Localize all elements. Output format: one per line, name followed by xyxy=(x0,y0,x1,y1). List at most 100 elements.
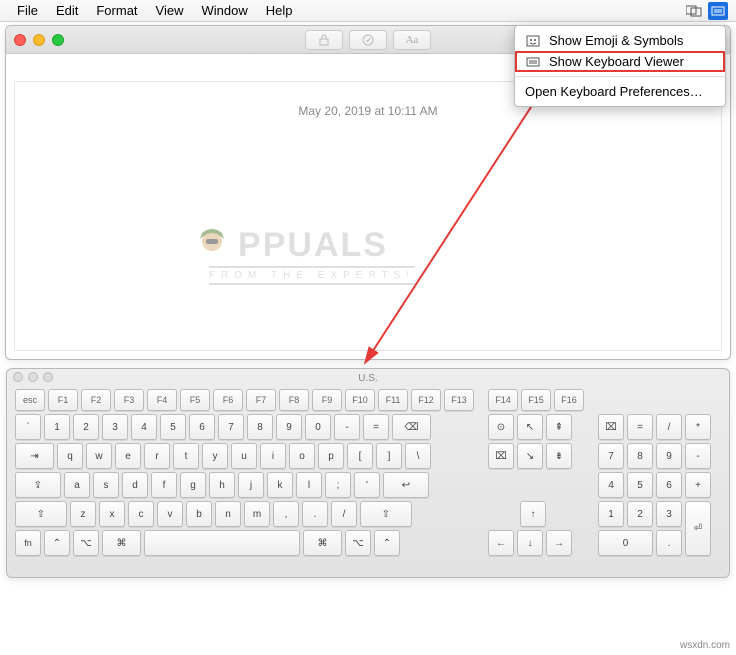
key-f9[interactable]: F9 xyxy=(312,389,342,411)
key-option-right[interactable]: ⌥ xyxy=(345,530,371,556)
key-r[interactable]: r xyxy=(144,443,170,469)
key-8[interactable]: 8 xyxy=(247,414,273,440)
key-f2[interactable]: F2 xyxy=(81,389,111,411)
key-command-left[interactable]: ⌘ xyxy=(102,530,141,556)
key-f6[interactable]: F6 xyxy=(213,389,243,411)
key-b[interactable]: b xyxy=(186,501,212,527)
key-i[interactable]: i xyxy=(260,443,286,469)
key-c[interactable]: c xyxy=(128,501,154,527)
key-m[interactable]: m xyxy=(244,501,270,527)
kb-minimize-button[interactable] xyxy=(28,372,38,382)
key-7[interactable]: 7 xyxy=(218,414,244,440)
key-np-dot[interactable]: . xyxy=(656,530,682,556)
key-z[interactable]: z xyxy=(70,501,96,527)
key-f12[interactable]: F12 xyxy=(411,389,441,411)
key-np-8[interactable]: 8 xyxy=(627,443,653,469)
key-f[interactable]: f xyxy=(151,472,177,498)
key-g[interactable]: g xyxy=(180,472,206,498)
menu-show-emoji[interactable]: Show Emoji & Symbols xyxy=(515,30,725,51)
key-=[interactable]: = xyxy=(363,414,389,440)
key-w[interactable]: w xyxy=(86,443,112,469)
kb-close-button[interactable] xyxy=(13,372,23,382)
menu-help[interactable]: Help xyxy=(257,0,302,22)
key-delete[interactable]: ⌫ xyxy=(392,414,431,440)
key-[[interactable]: [ xyxy=(347,443,373,469)
key-/[interactable]: / xyxy=(331,501,357,527)
key-np-/[interactable]: / xyxy=(656,414,682,440)
key-f4[interactable]: F4 xyxy=(147,389,177,411)
menu-edit[interactable]: Edit xyxy=(47,0,87,22)
key-np--[interactable]: - xyxy=(685,443,711,469)
key-x[interactable]: x xyxy=(99,501,125,527)
key-space[interactable] xyxy=(144,530,300,556)
menu-show-keyboard-viewer[interactable]: Show Keyboard Viewer xyxy=(515,51,725,72)
key--[interactable]: - xyxy=(334,414,360,440)
key-np-*[interactable]: * xyxy=(685,414,711,440)
key-5[interactable]: 5 xyxy=(160,414,186,440)
key-1[interactable]: 1 xyxy=(44,414,70,440)
key-np-1[interactable]: 1 xyxy=(598,501,624,527)
key-][interactable]: ] xyxy=(376,443,402,469)
key-nav1-2[interactable]: ⇞ xyxy=(546,414,572,440)
key-y[interactable]: y xyxy=(202,443,228,469)
key-np-=[interactable]: = xyxy=(627,414,653,440)
key-t[interactable]: t xyxy=(173,443,199,469)
key-f14[interactable]: F14 xyxy=(488,389,518,411)
key-'[interactable]: ' xyxy=(354,472,380,498)
key-arrow-left[interactable]: ← xyxy=(488,530,514,556)
key-o[interactable]: o xyxy=(289,443,315,469)
key-nav2-2[interactable]: ⇟ xyxy=(546,443,572,469)
key-nav2-0[interactable]: ⌧ xyxy=(488,443,514,469)
menu-view[interactable]: View xyxy=(147,0,193,22)
key-4[interactable]: 4 xyxy=(131,414,157,440)
key-np-0[interactable]: 0 xyxy=(598,530,653,556)
close-button[interactable] xyxy=(14,34,26,46)
key-control-right[interactable]: ⌃ xyxy=(374,530,400,556)
key-9[interactable]: 9 xyxy=(276,414,302,440)
key-n[interactable]: n xyxy=(215,501,241,527)
key-nav1-0[interactable]: ⊙ xyxy=(488,414,514,440)
key-3[interactable]: 3 xyxy=(102,414,128,440)
menu-format[interactable]: Format xyxy=(87,0,146,22)
zoom-button[interactable] xyxy=(52,34,64,46)
key-arrow-right[interactable]: → xyxy=(546,530,572,556)
font-button[interactable]: Aa xyxy=(393,30,431,50)
key-j[interactable]: j xyxy=(238,472,264,498)
key-np-3[interactable]: 3 xyxy=(656,501,682,527)
key-,[interactable]: , xyxy=(273,501,299,527)
key-np-⌧[interactable]: ⌧ xyxy=(598,414,624,440)
lock-button[interactable] xyxy=(305,30,343,50)
check-button[interactable] xyxy=(349,30,387,50)
key-k[interactable]: k xyxy=(267,472,293,498)
key-f16[interactable]: F16 xyxy=(554,389,584,411)
key-tab[interactable]: ⇥ xyxy=(15,443,54,469)
key-np-4[interactable]: 4 xyxy=(598,472,624,498)
key-.[interactable]: . xyxy=(302,501,328,527)
key-;[interactable]: ; xyxy=(325,472,351,498)
key-\[interactable]: \ xyxy=(405,443,431,469)
key-e[interactable]: e xyxy=(115,443,141,469)
key-f3[interactable]: F3 xyxy=(114,389,144,411)
key-np-7[interactable]: 7 xyxy=(598,443,624,469)
key-shift-left[interactable]: ⇧ xyxy=(15,501,67,527)
key-arrow-down[interactable]: ↓ xyxy=(517,530,543,556)
key-np-5[interactable]: 5 xyxy=(627,472,653,498)
menu-window[interactable]: Window xyxy=(192,0,256,22)
document-area[interactable]: May 20, 2019 at 10:11 AM xyxy=(14,81,722,351)
key-command-right[interactable]: ⌘ xyxy=(303,530,342,556)
key-fn[interactable]: fn xyxy=(15,530,41,556)
menu-keyboard-prefs[interactable]: Open Keyboard Preferences… xyxy=(515,81,725,102)
key-option-left[interactable]: ⌥ xyxy=(73,530,99,556)
minimize-button[interactable] xyxy=(33,34,45,46)
key-return[interactable]: ↩ xyxy=(383,472,429,498)
key-f13[interactable]: F13 xyxy=(444,389,474,411)
key-f1[interactable]: F1 xyxy=(48,389,78,411)
input-menu-icon[interactable] xyxy=(708,2,728,20)
kb-zoom-button[interactable] xyxy=(43,372,53,382)
key-shift-right[interactable]: ⇧ xyxy=(360,501,412,527)
key-a[interactable]: a xyxy=(64,472,90,498)
key-6[interactable]: 6 xyxy=(189,414,215,440)
key-np-+[interactable]: + xyxy=(685,472,711,498)
key-f10[interactable]: F10 xyxy=(345,389,375,411)
key-control-left[interactable]: ⌃ xyxy=(44,530,70,556)
